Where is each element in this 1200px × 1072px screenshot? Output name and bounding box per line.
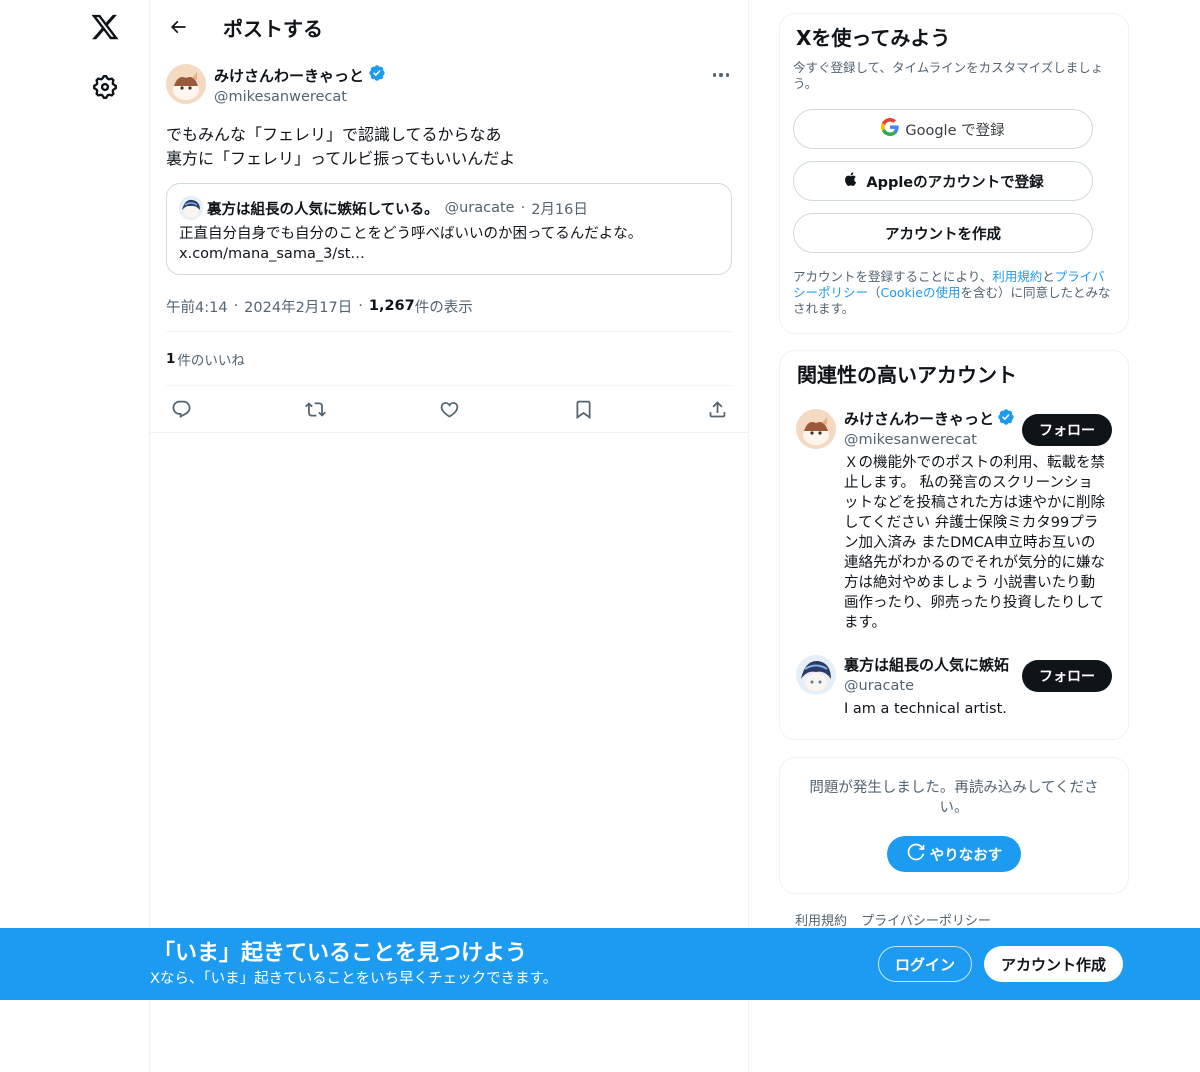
- author-name[interactable]: みけさんわーきゃっと: [214, 66, 364, 86]
- signup-card: Xを使ってみよう 今すぐ登録して、タイムラインをカスタマイズしましょう。 Goo…: [779, 13, 1129, 334]
- view-label: 件の表示: [414, 299, 473, 316]
- terms-prefix: アカウントを登録することにより、: [793, 269, 993, 284]
- main-column: ポストする みけさんわーきゃっと @mikesanwerecat でもみんな「フ…: [149, 0, 749, 1072]
- author-handle[interactable]: @mikesanwerecat: [214, 87, 386, 107]
- post-time[interactable]: 午前4:14: [166, 296, 228, 317]
- login-button[interactable]: ログイン: [878, 946, 972, 982]
- left-nav: [0, 0, 150, 1072]
- back-arrow-icon[interactable]: [167, 16, 189, 38]
- bookmark-icon[interactable]: [572, 398, 594, 420]
- recommended-user-name[interactable]: みけさんわーきゃっと: [844, 409, 994, 429]
- footer-links: 利用規約 プライバシーポリシー: [795, 910, 1001, 929]
- repost-icon[interactable]: [304, 398, 326, 420]
- meta-separator: ·: [358, 298, 363, 314]
- cookie-link[interactable]: Cookieの使用: [881, 285, 961, 300]
- banner-subtitle: Xなら、「いま」起きていることをいち早くチェックできます。: [150, 971, 558, 987]
- share-icon[interactable]: [706, 398, 728, 420]
- page-title: ポストする: [223, 16, 323, 41]
- recommended-user-bio: I am a technical artist.: [844, 701, 1007, 717]
- terms-and: と: [1042, 269, 1055, 284]
- post-text-line: 裏方に「フェレリ」ってルビ振ってもいいんだよ: [166, 149, 516, 168]
- create-account-button[interactable]: アカウントを作成: [793, 213, 1093, 253]
- reply-icon[interactable]: [170, 398, 192, 420]
- recommended-title: 関連性の高いアカウント: [797, 363, 1017, 387]
- likes-row[interactable]: 1 件のいいね: [166, 332, 732, 385]
- google-signup-button[interactable]: Google で登録: [793, 109, 1093, 149]
- recommended-user[interactable]: 裏方は組長の人気に嫉妬 @uracate I am a technical ar…: [796, 655, 1112, 719]
- action-bar: [166, 386, 732, 432]
- verified-badge-icon: [368, 64, 386, 87]
- error-message: 問題が発生しました。再読み込みしてください。: [809, 780, 1099, 816]
- error-card: 問題が発生しました。再読み込みしてください。 やりなおす: [779, 757, 1129, 894]
- footer-privacy-link[interactable]: プライバシーポリシー: [861, 914, 991, 929]
- create-account-label: アカウントを作成: [885, 226, 1001, 243]
- post-text: でもみんな「フェレリ」で認識してるからなあ 裏方に「フェレリ」ってルビ振ってもい…: [166, 123, 732, 171]
- post-text-line: でもみんな「フェレリ」で認識してるからなあ: [166, 125, 502, 144]
- follow-button[interactable]: フォロー: [1022, 414, 1112, 446]
- like-icon[interactable]: [438, 398, 460, 420]
- post-author: みけさんわーきゃっと @mikesanwerecat: [166, 64, 732, 107]
- avatar[interactable]: [796, 409, 836, 449]
- apple-icon: [842, 170, 860, 192]
- follow-button[interactable]: フォロー: [1022, 660, 1112, 692]
- retry-button[interactable]: やりなおす: [887, 836, 1021, 872]
- recommended-user-name[interactable]: 裏方は組長の人気に嫉妬: [844, 655, 1009, 675]
- apple-signup-button[interactable]: Appleのアカウントで登録: [793, 161, 1093, 201]
- verified-badge-icon: [997, 408, 1015, 431]
- x-logo-icon[interactable]: [90, 12, 120, 42]
- quoted-post[interactable]: 裏方は組長の人気に嫉妬している。 @uracate · 2月16日 正直自分自身…: [166, 183, 732, 275]
- like-count: 1: [166, 350, 176, 367]
- like-label: 件のいいね: [177, 352, 245, 369]
- terms-text: アカウントを登録することにより、利用規約とプライバシーポリシー（Cookieの使…: [793, 269, 1116, 317]
- avatar[interactable]: [796, 655, 836, 695]
- divider: [150, 432, 748, 433]
- banner-create-account-button[interactable]: アカウント作成: [984, 946, 1123, 982]
- quote-date: 2月16日: [531, 201, 588, 218]
- apple-signup-label: Appleのアカウントで登録: [866, 174, 1044, 191]
- recommended-user-bio: Ｘの機能外でのポストの利用、転載を禁止します。 私の発言のスクリーンショットなど…: [844, 455, 1105, 631]
- banner-title: 「いま」起きていることを見つけよう: [153, 941, 528, 966]
- more-icon[interactable]: [710, 68, 732, 82]
- quote-separator: ·: [520, 200, 526, 216]
- google-signup-label: Google で登録: [905, 122, 1005, 139]
- page-header: ポストする: [150, 0, 748, 54]
- quote-text: 正直自分自身でも自分のことをどう呼べばいいのか困ってるんだよな。 x.com/m…: [179, 224, 719, 264]
- recommended-accounts-card: 関連性の高いアカウント みけさんわーきゃっと @mikesanwerecat Ｘ…: [779, 350, 1129, 740]
- quote-author-handle: @uracate: [444, 200, 515, 216]
- quote-author-name: 裏方は組長の人気に嫉妬している。: [207, 201, 439, 218]
- terms-paren: （: [868, 285, 881, 300]
- google-icon: [881, 118, 899, 140]
- retry-label: やりなおす: [929, 847, 1003, 864]
- signup-banner: 「いま」起きていることを見つけよう Xなら、「いま」起きていることをいち早くチェ…: [0, 928, 1200, 1000]
- refresh-icon: [906, 842, 926, 866]
- meta-separator: ·: [233, 298, 239, 314]
- gear-icon[interactable]: [91, 73, 119, 101]
- view-count: 1,267: [368, 298, 415, 314]
- quote-text-line: 正直自分自身でも自分のことをどう呼べばいいのか困ってるんだよな。: [179, 226, 643, 242]
- post: みけさんわーきゃっと @mikesanwerecat でもみんな「フェレリ」で認…: [150, 64, 748, 433]
- quote-link[interactable]: x.com/mana_sama_3/st…: [179, 244, 719, 264]
- recommended-user[interactable]: みけさんわーきゃっと @mikesanwerecat Ｘの機能外でのポストの利用…: [796, 408, 1112, 633]
- signup-title: Xを使ってみよう: [796, 26, 951, 50]
- quote-avatar: [179, 196, 203, 220]
- avatar[interactable]: [166, 64, 206, 104]
- signup-subtitle: 今すぐ登録して、タイムラインをカスタマイズしましょう。: [793, 60, 1104, 91]
- post-date[interactable]: 2024年2月17日: [244, 296, 352, 317]
- post-meta: 午前4:14 · 2024年2月17日 · 1,267 件の表示: [166, 293, 732, 319]
- terms-link[interactable]: 利用規約: [992, 269, 1042, 284]
- footer-terms-link[interactable]: 利用規約: [795, 914, 847, 929]
